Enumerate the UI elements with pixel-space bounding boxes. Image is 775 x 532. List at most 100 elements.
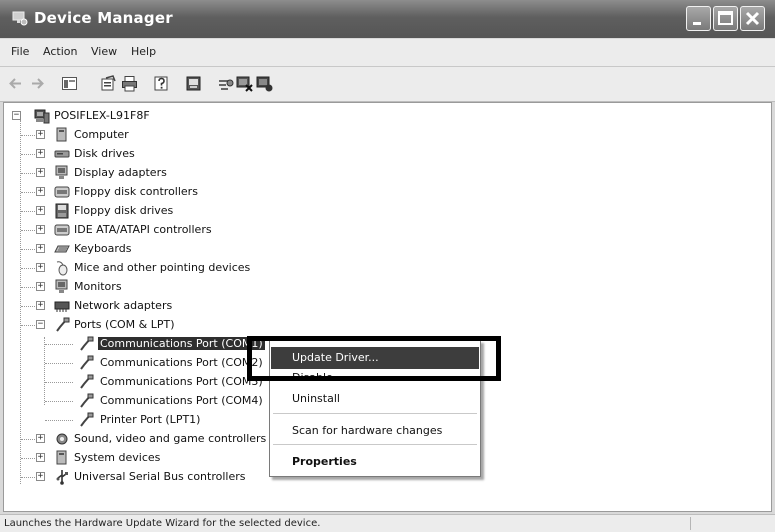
tree-item-ports[interactable]: − Ports (COM & LPT) [4,316,304,335]
tree-item-label-selected: Communications Port (COM1) [98,337,265,350]
tree-item-sound[interactable]: + Sound, video and game controllers [4,430,304,449]
menu-separator [273,413,477,414]
tree-connector [45,363,73,364]
status-text: Launches the Hardware Update Wizard for … [4,518,321,529]
controller-icon [54,186,70,198]
tree-item-label: Sound, video and game controllers [74,432,267,445]
collapse-icon[interactable]: − [12,111,21,120]
expand-icon[interactable]: + [36,130,45,139]
controller-icon [54,224,70,236]
back-arrow-icon[interactable] [7,75,24,92]
tree-item-display-adapters[interactable]: + Display adapters [4,164,304,183]
expand-icon[interactable]: + [36,244,45,253]
tree-item-network-adapters[interactable]: + Network adapters [4,297,304,316]
maximize-icon [718,11,733,25]
expand-icon[interactable]: + [36,301,45,310]
network-adapter-icon [54,301,70,312]
tree-item-mice[interactable]: + Mice and other pointing devices [4,259,304,278]
tree-item-label: Floppy disk controllers [74,185,198,198]
expand-icon[interactable]: + [36,263,45,272]
port-connector-icon [80,374,94,389]
tree-item-label: Communications Port (COM4) [100,394,263,407]
tree-item-floppy-drives[interactable]: + Floppy disk drives [4,202,304,221]
mouse-icon [56,261,68,276]
menu-help[interactable]: Help [131,45,156,58]
menu-item-uninstall[interactable]: Uninstall [271,388,479,410]
forward-arrow-icon[interactable] [29,75,46,92]
tree-connector [45,344,73,345]
computer-icon [34,109,50,124]
disable-device-icon[interactable] [236,75,253,92]
tree-item-computer[interactable]: + Computer [4,126,304,145]
menu-item-label: Uninstall [292,392,340,405]
title-bar: Device Manager [0,0,775,38]
expand-icon[interactable]: + [36,168,45,177]
expand-icon[interactable]: + [36,453,45,462]
tree-item-label: Disk drives [74,147,135,160]
tree-item-label: IDE ATA/ATAPI controllers [74,223,212,236]
system-device-icon [56,450,67,465]
monitor-icon [55,279,68,293]
tree-item-monitors[interactable]: + Monitors [4,278,304,297]
minimize-button[interactable] [686,6,711,31]
tree-item-label: Computer [74,128,129,141]
menu-file[interactable]: File [11,45,29,58]
sound-icon [56,433,68,445]
tree-item-lpt1[interactable]: Printer Port (LPT1) [4,411,304,430]
tree-item-keyboards[interactable]: + Keyboards [4,240,304,259]
menu-view[interactable]: View [91,45,117,58]
expand-icon[interactable]: + [36,434,45,443]
expand-icon[interactable]: + [36,472,45,481]
tree-connector [45,382,73,383]
help-icon[interactable] [153,75,170,92]
tree-item-usb-controllers[interactable]: + Universal Serial Bus controllers [4,468,304,487]
port-connector-icon [80,412,94,427]
disk-drive-icon [54,150,70,158]
tree-item-disk-drives[interactable]: + Disk drives [4,145,304,164]
tree-item-label: Communications Port (COM3) [100,375,263,388]
tree-item-label: Mice and other pointing devices [74,261,251,274]
device-manager-window: Device Manager File Action View Help − P… [0,0,775,532]
minimize-icon [693,22,701,25]
device-manager-icon [12,11,28,26]
menu-item-properties[interactable]: Properties [271,451,479,473]
tree-item-label: Universal Serial Bus controllers [74,470,246,483]
expand-icon[interactable]: + [36,206,45,215]
window-title: Device Manager [34,9,173,27]
toolbar [0,67,775,102]
tree-item-floppy-controllers[interactable]: + Floppy disk controllers [4,183,304,202]
print-icon[interactable] [121,75,138,92]
port-connector-icon [80,355,94,370]
tree-root-row[interactable]: − POSIFLEX-L91F8F [4,107,304,126]
menu-item-label: Properties [292,455,357,468]
port-connector-icon [56,317,70,332]
tree-item-system-devices[interactable]: + System devices [4,449,304,468]
display-adapter-icon [55,165,68,179]
computer-icon [56,127,67,142]
tree-item-label: Monitors [74,280,122,293]
port-connector-icon [80,393,94,408]
tree-item-com4[interactable]: Communications Port (COM4) [4,392,304,411]
expand-icon[interactable]: + [36,225,45,234]
close-button[interactable] [740,6,765,31]
uninstall-device-icon[interactable] [256,75,273,92]
properties-icon[interactable] [100,75,117,92]
expand-icon[interactable]: + [36,149,45,158]
expand-icon[interactable]: + [36,282,45,291]
collapse-icon[interactable]: − [36,320,45,329]
tree-item-label: Printer Port (LPT1) [100,413,201,426]
tree-item-label: Ports (COM & LPT) [74,318,175,331]
maximize-button[interactable] [713,6,738,31]
menu-bar: File Action View Help [0,39,775,67]
tree-item-label: Floppy disk drives [74,204,174,217]
show-hide-tree-icon[interactable] [61,75,78,92]
status-divider [690,517,691,530]
scan-hardware-icon[interactable] [218,75,235,92]
tree-item-label: Communications Port (COM2) [100,356,263,369]
tree-item-label: System devices [74,451,161,464]
menu-item-scan[interactable]: Scan for hardware changes [271,420,479,442]
expand-icon[interactable]: + [36,187,45,196]
menu-action[interactable]: Action [43,45,77,58]
tree-item-ide-controllers[interactable]: + IDE ATA/ATAPI controllers [4,221,304,240]
update-driver-icon[interactable] [185,75,202,92]
